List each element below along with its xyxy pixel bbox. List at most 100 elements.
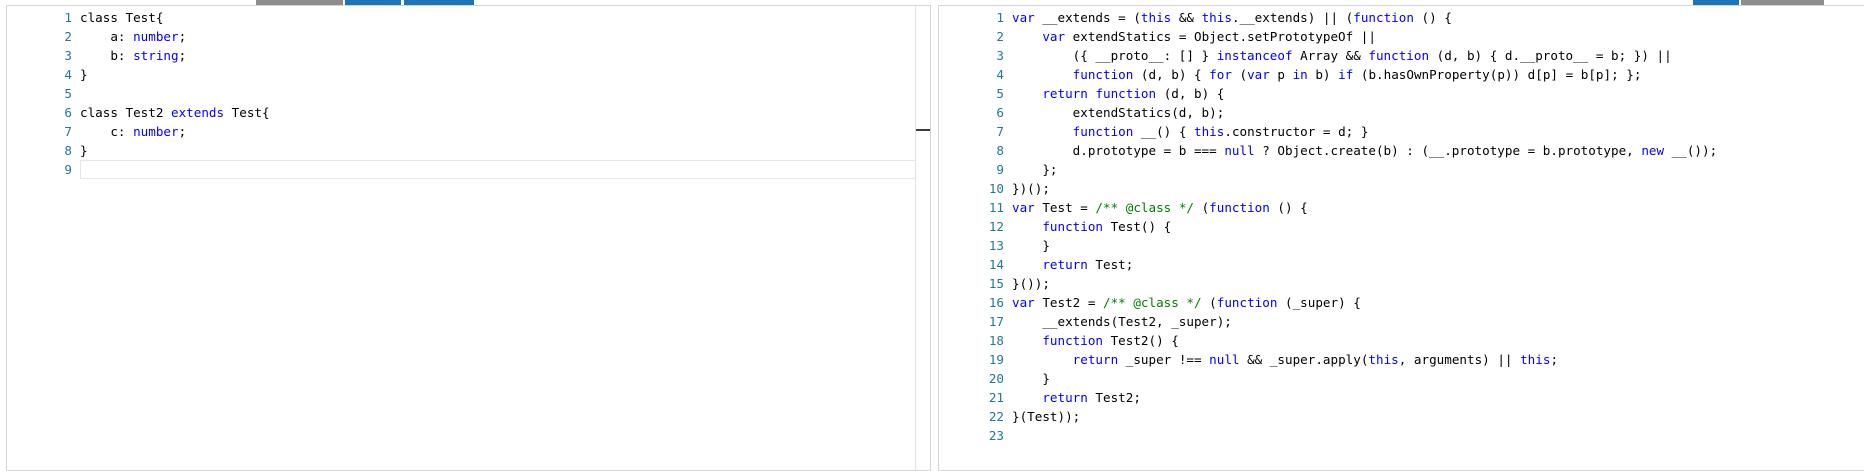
keyword-token: instanceof	[1216, 48, 1293, 63]
line-number: 6	[64, 105, 72, 120]
code-token: (	[1201, 295, 1217, 310]
code-token: .constructor = d; }	[1224, 124, 1369, 139]
code-token: (	[1231, 67, 1248, 82]
code-line[interactable]: 6 class Test2 extends Test{	[7, 103, 930, 122]
line-text[interactable]: __extends(Test2, _super);	[1012, 312, 1232, 331]
code-line[interactable]: 11 var Test = /** @class */ (function () …	[939, 198, 1864, 217]
code-line[interactable]: 13 }	[939, 236, 1864, 255]
line-text[interactable]: }	[1012, 369, 1050, 388]
line-text[interactable]: })();	[1012, 179, 1050, 198]
code-line[interactable]: 22}(Test));	[939, 407, 1864, 426]
line-text[interactable]: }	[80, 141, 88, 160]
code-line[interactable]: 3 b: string;	[7, 46, 930, 65]
javascript-code-area[interactable]: 1 var __extends = (this && this.__extends…	[939, 8, 1864, 445]
code-line[interactable]: 5 return function (d, b) {	[939, 84, 1864, 103]
keyword-token: var	[1247, 67, 1270, 82]
code-line[interactable]: 15}());	[939, 274, 1864, 293]
line-text[interactable]: var extendStatics = Object.setPrototypeO…	[1012, 27, 1376, 46]
line-text[interactable]: };	[1012, 160, 1057, 179]
code-line[interactable]: 19 return _super !== null && _super.appl…	[939, 350, 1864, 369]
code-line[interactable]: 21 return Test2;	[939, 388, 1864, 407]
code-line[interactable]: 18 function Test2() {	[939, 331, 1864, 350]
code-line[interactable]: 2 a: number;	[7, 27, 930, 46]
code-line[interactable]: 20 }	[939, 369, 1864, 388]
line-number: 14	[988, 257, 1004, 272]
code-line[interactable]: 7 c: number;	[7, 122, 930, 141]
line-text[interactable]: class Test{	[80, 8, 163, 27]
code-line[interactable]: 4}	[7, 65, 930, 84]
code-line[interactable]: 10})();	[939, 179, 1864, 198]
code-token: extendStatics = Object.setPrototypeOf ||	[1065, 29, 1376, 44]
line-text[interactable]: class Test2 extends Test{	[80, 103, 270, 122]
code-token: }());	[1012, 276, 1050, 291]
code-line[interactable]: 9 };	[939, 160, 1864, 179]
code-line[interactable]: 1 class Test{	[7, 8, 930, 27]
line-text[interactable]: ({ __proto__: [] } instanceof Array && f…	[1012, 46, 1672, 65]
line-text[interactable]: var __extends = (this && this.__extends)…	[1012, 8, 1452, 27]
line-text[interactable]: extendStatics(d, b);	[1012, 103, 1225, 122]
code-line[interactable]: 7 function __() { this.constructor = d; …	[939, 122, 1864, 141]
code-token: _super !==	[1118, 352, 1210, 367]
code-line[interactable]: 4 function (d, b) { for (var p in b) if …	[939, 65, 1864, 84]
code-token: (d, b) { d.__proto__ = b; }) ||	[1429, 48, 1672, 63]
line-text[interactable]: function __() { this.constructor = d; }	[1012, 122, 1369, 141]
code-token: , arguments) ||	[1398, 352, 1521, 367]
line-number: 9	[996, 162, 1004, 177]
editor-scrollbar[interactable]	[915, 6, 930, 470]
code-line[interactable]: 14 return Test;	[939, 255, 1864, 274]
keyword-token: var	[1012, 200, 1035, 215]
code-line[interactable]: 8}	[7, 141, 930, 160]
code-token: Test() {	[1103, 219, 1172, 234]
line-text[interactable]: }	[80, 65, 88, 84]
line-text[interactable]: function Test2() {	[1012, 331, 1179, 350]
line-text[interactable]: a: number;	[80, 27, 186, 46]
code-line[interactable]: 17 __extends(Test2, _super);	[939, 312, 1864, 331]
code-token: __extends(Test2, _super);	[1012, 314, 1232, 329]
keyword-token: return	[1042, 86, 1088, 101]
line-text[interactable]: }	[1012, 236, 1050, 255]
typescript-editor[interactable]: 1 class Test{2 a: number; 3 b: string; 4} 5 6…	[6, 5, 931, 471]
code-token: b:	[80, 48, 134, 63]
line-number: 19	[988, 352, 1004, 367]
line-text[interactable]: return _super !== null && _super.apply(t…	[1012, 350, 1558, 369]
line-number: 17	[988, 314, 1004, 329]
javascript-output-editor[interactable]: 1 var __extends = (this && this.__extends…	[938, 5, 1864, 471]
current-line-highlight	[80, 160, 930, 179]
keyword-token: function	[1072, 124, 1134, 139]
code-token: ? Object.create(b) : (__.prototype = b.p…	[1254, 143, 1642, 158]
keyword-token: return	[1042, 390, 1088, 405]
line-text[interactable]: return Test2;	[1012, 388, 1141, 407]
typescript-code-area[interactable]: 1 class Test{2 a: number; 3 b: string; 4} 5 6…	[7, 8, 930, 179]
code-line[interactable]: 23	[939, 426, 1864, 445]
code-line[interactable]: 1 var __extends = (this && this.__extends…	[939, 8, 1864, 27]
line-text[interactable]: var Test = /** @class */ (function () {	[1012, 198, 1308, 217]
line-text[interactable]: b: string;	[80, 46, 186, 65]
code-line[interactable]: 2 var extendStatics = Object.setPrototyp…	[939, 27, 1864, 46]
line-text[interactable]: c: number;	[80, 122, 186, 141]
code-line[interactable]: 16 var Test2 = /** @class */ (function (_…	[939, 293, 1864, 312]
code-line[interactable]: 5	[7, 84, 930, 103]
code-token: p	[1269, 67, 1293, 82]
line-text[interactable]: d.prototype = b === null ? Object.create…	[1012, 141, 1718, 160]
line-number: 21	[988, 390, 1004, 405]
line-text[interactable]: function Test() {	[1012, 217, 1171, 236]
code-token: &&	[1171, 10, 1202, 25]
line-text[interactable]: return Test;	[1012, 255, 1133, 274]
code-token: Test =	[1034, 200, 1096, 215]
line-text[interactable]: function (d, b) { for (var p in b) if (b…	[1012, 65, 1642, 84]
code-line[interactable]: 6 extendStatics(d, b);	[939, 103, 1864, 122]
line-text[interactable]: }());	[1012, 274, 1050, 293]
comment-token: /** @class */	[1103, 295, 1202, 310]
code-token: ;	[178, 48, 187, 63]
code-line[interactable]: 9	[7, 160, 930, 179]
line-text[interactable]: }(Test));	[1012, 407, 1080, 426]
code-line[interactable]: 12 function Test() {	[939, 217, 1864, 236]
line-text[interactable]: var Test2 = /** @class */ (function (_su…	[1012, 293, 1361, 312]
code-line[interactable]: 8 d.prototype = b === null ? Object.crea…	[939, 141, 1864, 160]
line-text[interactable]: return function (d, b) {	[1012, 84, 1224, 103]
code-token: (d, b) {	[1133, 67, 1210, 82]
code-token: })();	[1012, 181, 1050, 196]
code-line[interactable]: 3 ({ __proto__: [] } instanceof Array &&…	[939, 46, 1864, 65]
